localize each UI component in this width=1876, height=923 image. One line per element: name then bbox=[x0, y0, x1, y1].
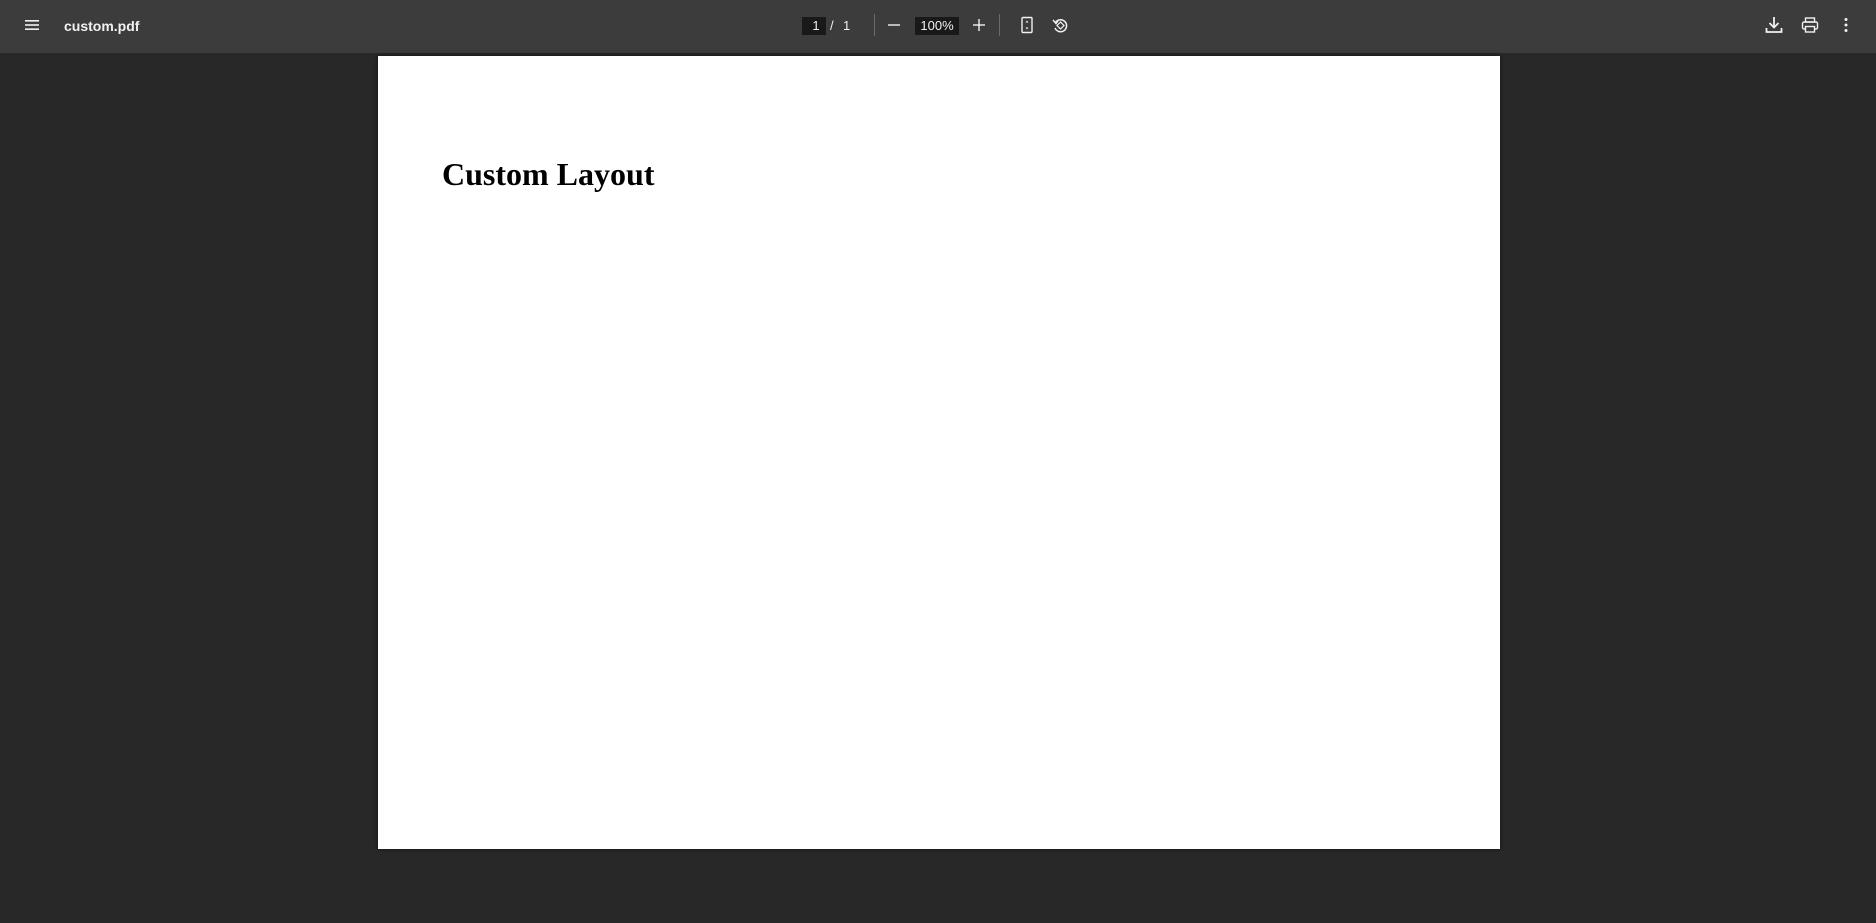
download-button[interactable] bbox=[1760, 11, 1788, 39]
zoom-input[interactable]: 100% bbox=[915, 17, 959, 35]
page-total: 1 bbox=[843, 18, 851, 33]
document-filename: custom.pdf bbox=[64, 18, 140, 34]
minus-icon bbox=[887, 18, 901, 32]
hamburger-menu-icon bbox=[24, 19, 40, 31]
plus-icon bbox=[972, 18, 986, 32]
more-actions-button[interactable] bbox=[1832, 11, 1860, 39]
toolbar-divider bbox=[999, 14, 1000, 36]
document-heading: Custom Layout bbox=[442, 156, 655, 192]
print-button[interactable] bbox=[1796, 11, 1824, 39]
zoom-out-button[interactable] bbox=[880, 11, 908, 39]
pdf-page: Custom Layout bbox=[378, 56, 1500, 849]
more-vertical-icon bbox=[1843, 17, 1849, 33]
menu-button[interactable] bbox=[18, 11, 46, 39]
download-icon bbox=[1764, 15, 1784, 35]
page-separator: / bbox=[830, 18, 834, 33]
pdf-toolbar: custom.pdf 1 / 1 100% bbox=[0, 0, 1876, 53]
print-icon bbox=[1801, 16, 1819, 34]
fit-to-page-button[interactable] bbox=[1013, 11, 1041, 39]
toolbar-divider bbox=[874, 14, 875, 36]
pdf-viewer-area[interactable]: Custom Layout bbox=[0, 53, 1876, 923]
zoom-in-button[interactable] bbox=[965, 11, 993, 39]
rotate-counterclockwise-icon bbox=[1051, 16, 1069, 34]
rotate-button[interactable] bbox=[1046, 11, 1074, 39]
fit-to-page-icon bbox=[1020, 16, 1034, 34]
page-number-input[interactable]: 1 bbox=[802, 17, 826, 35]
